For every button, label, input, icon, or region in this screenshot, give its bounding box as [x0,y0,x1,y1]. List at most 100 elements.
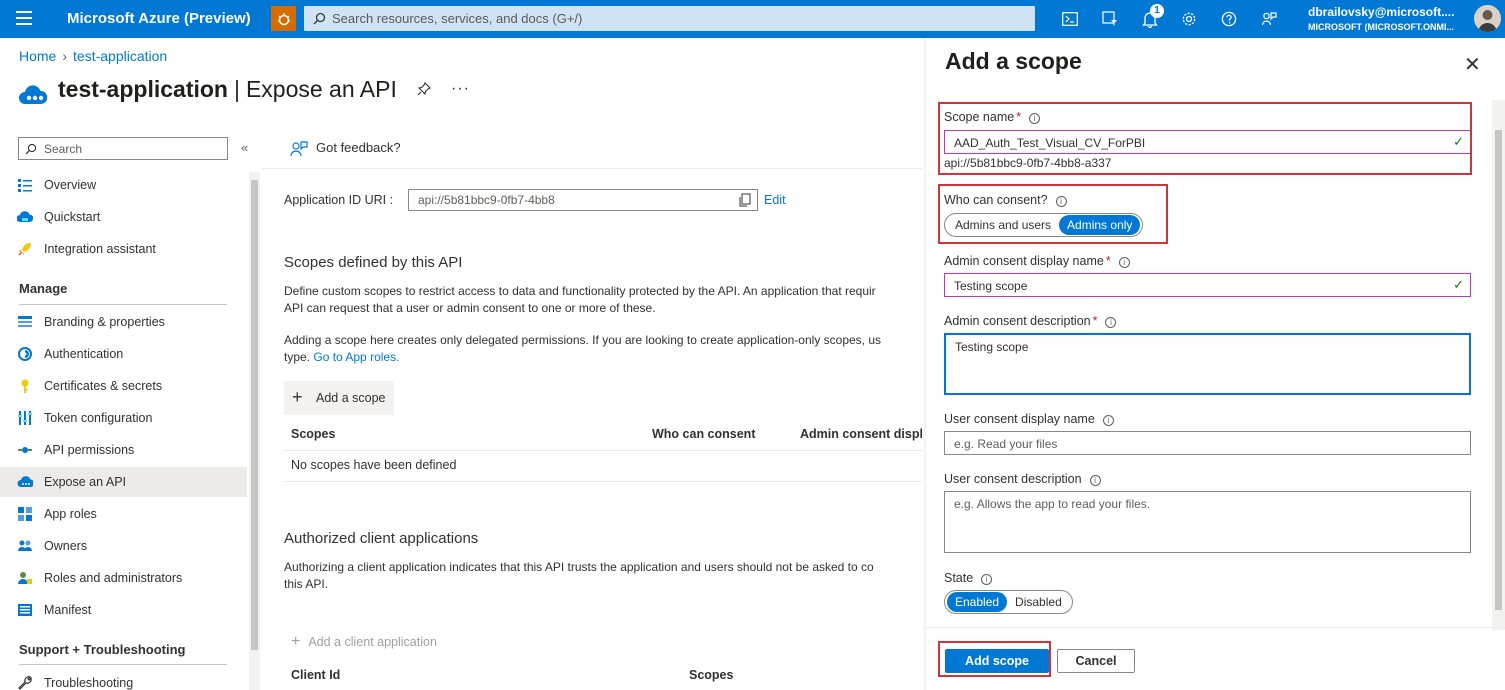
chevron-right-icon: › [62,48,68,64]
add-client-label: Add a client application [308,635,437,649]
app-registration-icon [18,84,48,109]
info-icon[interactable]: i [1089,475,1101,486]
nav-item-label: API permissions [44,443,135,457]
info-icon[interactable]: i [981,574,993,585]
nav-item-integration-assistant[interactable]: Integration assistant [0,234,247,264]
nav-item-authentication[interactable]: Authentication [0,339,247,369]
highlight-box-add-scope [938,641,1051,677]
admin-description-textarea[interactable]: Testing scope [944,333,1471,395]
edit-link[interactable]: Edit [764,193,786,207]
divider [284,450,922,451]
add-scope-button[interactable]: + Add a scope [284,381,394,415]
cloud-shell-icon[interactable] [1060,9,1080,29]
user-display-name-input[interactable]: e.g. Read your files [944,431,1471,455]
clients-description-2: this API. [284,577,329,591]
owners-icon [18,540,32,551]
admin-display-name-value: Testing scope [954,279,1028,293]
info-icon[interactable]: i [1105,317,1117,328]
help-question-icon[interactable] [1219,9,1239,29]
col-header-client-scopes[interactable]: Scopes [689,668,733,682]
cancel-button[interactable]: Cancel [1057,649,1135,673]
add-client-application-button[interactable]: + Add a client application [291,633,437,651]
close-icon[interactable]: ✕ [1464,52,1481,77]
divider [926,627,1505,628]
authentication-icon [18,347,32,361]
col-header-who-can-consent[interactable]: Who can consent [652,427,755,441]
brand-title[interactable]: Microsoft Azure (Preview) [67,10,251,27]
nav-section-support: Support + Troubleshooting [19,642,186,657]
app-id-uri-field: api://5b81bbc9-0fb7-4bb8 [408,189,758,211]
col-header-client-id[interactable]: Client Id [291,668,340,682]
manifest-icon [18,604,32,616]
user-display-name-placeholder: e.g. Read your files [954,437,1058,451]
nav-item-label: Quickstart [44,210,101,224]
nav-item-label: Expose an API [44,475,127,489]
feedback-icon[interactable] [1259,9,1279,29]
token-icon [18,411,32,425]
col-header-admin-consent[interactable]: Admin consent displa [800,427,922,441]
nav-item-label: App roles [44,507,97,521]
nav-divider [19,304,227,305]
nav-item-certificates[interactable]: Certificates & secrets [0,371,247,401]
breadcrumb-home[interactable]: Home [19,48,56,64]
preview-bug-icon[interactable] [271,6,296,31]
info-icon[interactable]: i [1118,257,1130,268]
nav-item-app-roles[interactable]: App roles [0,499,247,529]
nav-item-token-configuration[interactable]: Token configuration [0,403,247,433]
nav-item-owners[interactable]: Owners [0,531,247,561]
breadcrumb-app[interactable]: test-application [73,48,167,64]
divider [284,481,922,482]
scopes-description-3: Adding a scope here creates only delegat… [284,333,882,347]
admin-display-name-input[interactable]: Testing scope ✓ [944,273,1471,297]
user-tenant[interactable]: MICROSOFT (MICROSOFT.ONMI... [1308,22,1454,32]
feedback-icon [290,141,308,157]
scopes-section-title: Scopes defined by this API [284,254,463,271]
nav-item-overview[interactable]: Overview [0,170,247,200]
highlight-box-who-can-consent [938,184,1168,244]
copy-icon[interactable] [739,193,751,207]
global-search-input[interactable]: Search resources, services, and docs (G+… [304,6,1035,31]
hamburger-menu-icon[interactable] [16,11,32,25]
option-enabled[interactable]: Enabled [947,592,1008,612]
roles-icon [18,572,32,584]
nav-item-expose-an-api[interactable]: Expose an API [0,467,247,497]
user-description-textarea[interactable]: e.g. Allows the app to read your files. [944,491,1471,553]
info-icon[interactable]: i [1102,415,1114,426]
key-icon [21,379,29,393]
collapse-nav-icon[interactable]: « [241,140,248,155]
nav-item-troubleshooting[interactable]: Troubleshooting [0,668,247,690]
scopes-description-4: type. Go to App roles. [284,350,400,364]
user-name[interactable]: dbrailovsky@microsoft.... [1308,5,1454,19]
nav-search-input[interactable]: Search [18,137,228,160]
checkmark-icon: ✓ [1453,277,1464,292]
nav-item-api-permissions[interactable]: API permissions [0,435,247,465]
branding-icon [18,316,32,327]
more-options-icon[interactable]: ··· [451,80,470,98]
page-title-section: Expose an API [245,76,397,102]
divider [262,168,922,169]
col-header-scopes[interactable]: Scopes [291,427,335,441]
admin-description-value: Testing scope [955,340,1029,354]
app-roles-icon [18,507,32,521]
user-description-label: User consent description i [944,472,1101,486]
nav-scrollbar[interactable] [249,172,260,690]
nav-divider [19,664,227,665]
settings-gear-icon[interactable] [1179,9,1199,29]
nav-item-branding[interactable]: Branding & properties [0,307,247,337]
state-toggle[interactable]: Enabled Disabled [944,590,1073,614]
directory-filter-icon[interactable] [1100,9,1120,29]
go-to-app-roles-link[interactable]: Go to App roles. [313,350,399,364]
avatar[interactable] [1474,5,1501,32]
pin-icon[interactable] [417,82,431,99]
user-display-name-label: User consent display name i [944,412,1114,426]
admin-description-label: Admin consent description * i [944,314,1117,328]
panel-title: Add a scope [945,48,1082,74]
nav-item-manifest[interactable]: Manifest [0,595,247,625]
plus-icon: + [292,387,303,407]
option-disabled[interactable]: Disabled [1007,592,1070,612]
nav-item-quickstart[interactable]: Quickstart [0,202,247,232]
nav-item-roles-administrators[interactable]: Roles and administrators [0,563,247,593]
got-feedback-button[interactable]: Got feedback? [290,140,401,157]
quickstart-icon [17,211,33,222]
panel-scrollbar[interactable] [1492,100,1505,630]
